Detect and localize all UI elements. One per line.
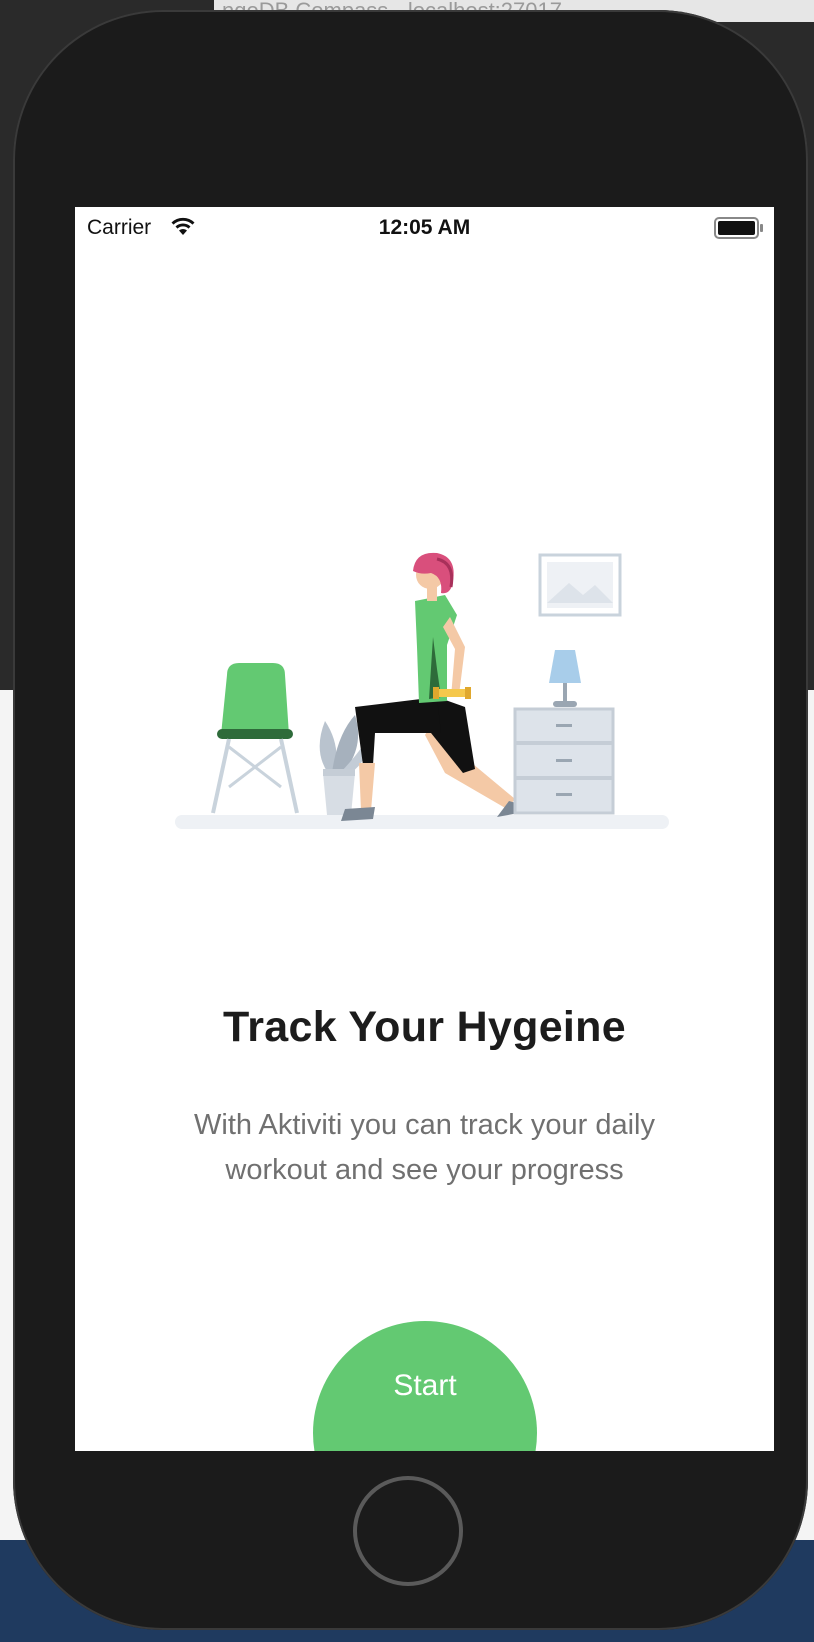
lamp-illustration bbox=[549, 650, 581, 707]
status-time: 12:05 AM bbox=[378, 216, 471, 239]
phone-frame: Carrier 12:05 AM Track Your Hygeine With… bbox=[13, 10, 808, 1630]
onboarding-subtitle: With Aktiviti you can track your daily w… bbox=[194, 1109, 655, 1186]
home-button[interactable] bbox=[353, 1476, 463, 1586]
start-button[interactable]: Start bbox=[313, 1321, 537, 1451]
woman-exercising-illustration bbox=[341, 552, 523, 821]
chair-illustration bbox=[211, 663, 299, 814]
workout-illustration bbox=[175, 537, 675, 837]
status-bar: Carrier 12:05 AM bbox=[75, 207, 774, 249]
onboarding-title: Track Your Hygeine bbox=[223, 1003, 626, 1051]
battery-icon bbox=[714, 217, 764, 245]
picture-frame-illustration bbox=[538, 553, 622, 617]
app-screen: Carrier 12:05 AM Track Your Hygeine With… bbox=[75, 207, 774, 1451]
start-button-label: Start bbox=[393, 1369, 457, 1402]
dresser-illustration bbox=[513, 707, 615, 815]
